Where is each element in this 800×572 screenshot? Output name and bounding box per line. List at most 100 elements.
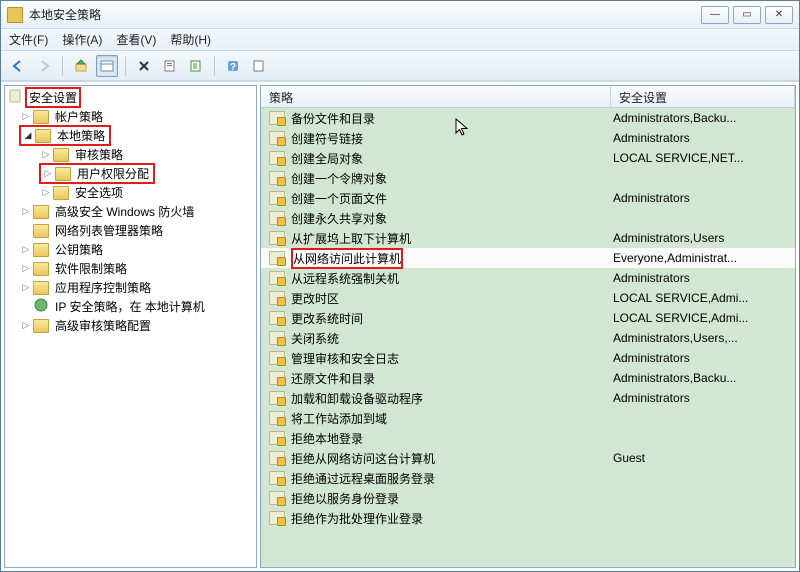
column-setting[interactable]: 安全设置 <box>611 86 795 107</box>
policy-label: 更改系统时间 <box>291 310 613 327</box>
menu-view[interactable]: 查看(V) <box>116 31 156 48</box>
policy-icon <box>269 251 285 265</box>
nav-tree[interactable]: 安全设置 ▷帐户策略 ◢本地策略 ▷审核策略 ▷用户权限分配 ▷安全选项 ▷高级… <box>4 85 257 568</box>
policy-row[interactable]: 将工作站添加到域 <box>261 408 795 428</box>
titlebar[interactable]: 本地安全策略 — ▭ ✕ <box>1 1 799 29</box>
maximize-button[interactable]: ▭ <box>733 6 761 24</box>
policy-value: Administrators <box>613 131 795 145</box>
policy-row[interactable]: 关闭系统Administrators,Users,... <box>261 328 795 348</box>
extra-button[interactable] <box>248 55 270 77</box>
policy-value: Administrators <box>613 351 795 365</box>
help-button[interactable]: ? <box>222 55 244 77</box>
toolbar-separator <box>125 56 126 76</box>
toolbar-separator <box>214 56 215 76</box>
policy-icon <box>269 471 285 485</box>
tree-label: 审核策略 <box>73 146 125 163</box>
policy-row[interactable]: 拒绝作为批处理作业登录 <box>261 508 795 528</box>
tree-label: 安全选项 <box>73 184 125 201</box>
menu-operate[interactable]: 操作(A) <box>62 31 102 48</box>
expand-icon[interactable]: ▷ <box>21 283 31 293</box>
export-button[interactable] <box>159 55 181 77</box>
expand-icon[interactable]: ▷ <box>41 150 51 160</box>
policy-row[interactable]: 从网络访问此计算机Everyone,Administrat... <box>261 248 795 268</box>
policy-row[interactable]: 从远程系统强制关机Administrators <box>261 268 795 288</box>
policy-label: 创建一个页面文件 <box>291 190 613 207</box>
tree-root[interactable]: 安全设置 <box>5 88 256 107</box>
policy-row[interactable]: 更改系统时间LOCAL SERVICE,Admi... <box>261 308 795 328</box>
tree-node[interactable]: ▷ 高级审核策略配置 <box>5 316 256 335</box>
tree-node[interactable]: 网络列表管理器策略 <box>5 221 256 240</box>
tree-node[interactable]: ▷帐户策略 <box>5 107 256 126</box>
tree-node[interactable]: ▷高级安全 Windows 防火墙 <box>5 202 256 221</box>
blank-icon <box>21 226 31 236</box>
policy-icon <box>269 171 285 185</box>
folder-icon <box>53 148 69 162</box>
policy-row[interactable]: 备份文件和目录Administrators,Backu... <box>261 108 795 128</box>
expand-icon[interactable]: ▷ <box>21 245 31 255</box>
policy-row[interactable]: 创建全局对象LOCAL SERVICE,NET... <box>261 148 795 168</box>
policy-icon <box>269 351 285 365</box>
expand-icon[interactable]: ▷ <box>21 112 31 122</box>
tree-node-selected[interactable]: ▷用户权限分配 <box>5 164 256 183</box>
policy-row[interactable]: 拒绝通过远程桌面服务登录 <box>261 468 795 488</box>
policy-row[interactable]: 创建一个页面文件Administrators <box>261 188 795 208</box>
policy-value: Everyone,Administrat... <box>613 251 795 265</box>
up-button[interactable] <box>70 55 92 77</box>
back-button[interactable] <box>7 55 29 77</box>
menubar: 文件(F) 操作(A) 查看(V) 帮助(H) <box>1 29 799 51</box>
delete-button[interactable] <box>133 55 155 77</box>
folder-icon <box>33 281 49 295</box>
expand-icon[interactable]: ▷ <box>21 321 31 331</box>
policy-label: 从扩展坞上取下计算机 <box>291 230 613 247</box>
expand-icon[interactable]: ▷ <box>21 264 31 274</box>
blank-icon <box>21 302 31 312</box>
refresh-button[interactable] <box>185 55 207 77</box>
minimize-button[interactable]: — <box>701 6 729 24</box>
policy-icon <box>269 331 285 345</box>
menu-help[interactable]: 帮助(H) <box>170 31 211 48</box>
policy-label: 管理审核和安全日志 <box>291 350 613 367</box>
policy-icon <box>269 431 285 445</box>
policy-icon <box>269 111 285 125</box>
policy-value: LOCAL SERVICE,Admi... <box>613 291 795 305</box>
close-button[interactable]: ✕ <box>765 6 793 24</box>
policy-icon <box>269 411 285 425</box>
policy-icon <box>269 211 285 225</box>
policy-list[interactable]: 备份文件和目录Administrators,Backu...创建符号链接Admi… <box>261 108 795 567</box>
tree-node[interactable]: IP 安全策略，在 本地计算机 <box>5 297 256 316</box>
policy-label: 将工作站添加到域 <box>291 410 613 427</box>
policy-row[interactable]: 创建永久共享对象 <box>261 208 795 228</box>
policy-row[interactable]: 管理审核和安全日志Administrators <box>261 348 795 368</box>
expand-icon[interactable]: ▷ <box>21 207 31 217</box>
window-controls: — ▭ ✕ <box>701 6 793 24</box>
policy-row[interactable]: 创建符号链接Administrators <box>261 128 795 148</box>
expand-icon[interactable]: ▷ <box>43 169 53 179</box>
policy-row[interactable]: 拒绝以服务身份登录 <box>261 488 795 508</box>
policy-row[interactable]: 从扩展坞上取下计算机Administrators,Users <box>261 228 795 248</box>
tree-node[interactable]: ▷应用程序控制策略 <box>5 278 256 297</box>
tree-node[interactable]: ▷软件限制策略 <box>5 259 256 278</box>
tree-node[interactable]: ▷ 安全选项 <box>5 183 256 202</box>
tree-node[interactable]: ▷ 审核策略 <box>5 145 256 164</box>
tree-node[interactable]: ◢ 本地策略 <box>5 126 256 145</box>
policy-row[interactable]: 创建一个令牌对象 <box>261 168 795 188</box>
policy-row[interactable]: 还原文件和目录Administrators,Backu... <box>261 368 795 388</box>
policy-row[interactable]: 加载和卸载设备驱动程序Administrators <box>261 388 795 408</box>
forward-button[interactable] <box>33 55 55 77</box>
menu-file[interactable]: 文件(F) <box>9 31 48 48</box>
policy-icon <box>269 371 285 385</box>
tree-label: 高级审核策略配置 <box>53 317 153 334</box>
properties-button[interactable] <box>96 55 118 77</box>
folder-icon <box>33 110 49 124</box>
expand-icon[interactable]: ▷ <box>41 188 51 198</box>
policy-icon <box>269 191 285 205</box>
collapse-icon[interactable]: ◢ <box>23 131 33 141</box>
tree-node[interactable]: ▷公钥策略 <box>5 240 256 259</box>
policy-row[interactable]: 拒绝本地登录 <box>261 428 795 448</box>
policy-row[interactable]: 拒绝从网络访问这台计算机Guest <box>261 448 795 468</box>
tree-label: IP 安全策略，在 本地计算机 <box>53 298 207 315</box>
policy-value: Administrators <box>613 191 795 205</box>
tree-label: 本地策略 <box>55 127 107 144</box>
policy-row[interactable]: 更改时区LOCAL SERVICE,Admi... <box>261 288 795 308</box>
column-policy[interactable]: 策略 <box>261 86 611 107</box>
